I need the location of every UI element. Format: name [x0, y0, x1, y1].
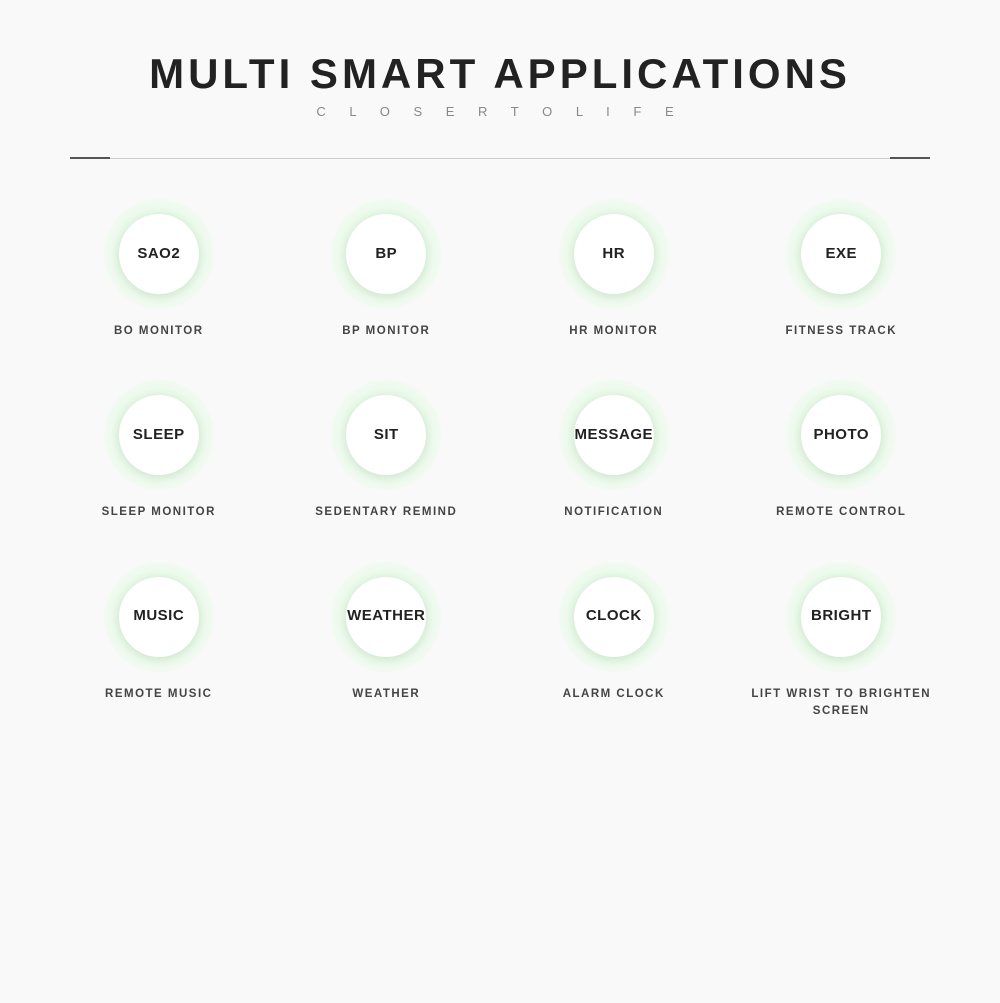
app-circle-hr: HR: [574, 214, 654, 294]
app-item-sit[interactable]: SIT SEDENTARY REMIND: [278, 380, 496, 521]
app-circle-wrapper-weather: WEATHER: [331, 562, 441, 672]
app-circle-wrapper-bp: BP: [331, 199, 441, 309]
app-circle-music: MUSIC: [119, 577, 199, 657]
app-item-weather[interactable]: WEATHER WEATHER: [278, 562, 496, 721]
app-label-message: NOTIFICATION: [564, 504, 663, 521]
app-circle-wrapper-photo: PHOTO: [786, 380, 896, 490]
app-item-music[interactable]: MUSIC REMOTE MUSIC: [50, 562, 268, 721]
app-circle-weather: WEATHER: [346, 577, 426, 657]
divider-left-cap: [70, 157, 110, 159]
app-item-photo[interactable]: PHOTO REMOTE CONTROL: [733, 380, 951, 521]
app-circle-text-message: MESSAGE: [574, 427, 653, 444]
app-circle-text-clock: CLOCK: [586, 608, 642, 625]
app-label-clock: ALARM CLOCK: [563, 686, 665, 703]
app-circle-bright: BRIGHT: [801, 577, 881, 657]
app-item-bright[interactable]: BRIGHT LIFT WRIST TO BRIGHTEN SCREEN: [733, 562, 951, 721]
app-item-sao2[interactable]: SAO2 BO MONITOR: [50, 199, 268, 340]
app-circle-message: MESSAGE: [574, 395, 654, 475]
app-item-sleep[interactable]: SLEEP SLEEP MONITOR: [50, 380, 268, 521]
app-circle-text-music: MUSIC: [133, 608, 184, 625]
app-label-sit: SEDENTARY REMIND: [315, 504, 457, 521]
app-label-hr: HR MONITOR: [569, 323, 658, 340]
app-circle-sleep: SLEEP: [119, 395, 199, 475]
app-label-bp: BP MONITOR: [342, 323, 430, 340]
app-item-clock[interactable]: CLOCK ALARM CLOCK: [505, 562, 723, 721]
app-circle-wrapper-bright: BRIGHT: [786, 562, 896, 672]
divider: [70, 157, 930, 159]
apps-grid: SAO2 BO MONITOR BP BP MONITOR HR HR MONITOR EX…: [50, 169, 950, 760]
app-item-hr[interactable]: HR HR MONITOR: [505, 199, 723, 340]
app-circle-bp: BP: [346, 214, 426, 294]
app-circle-sao2: SAO2: [119, 214, 199, 294]
divider-right-cap: [890, 157, 930, 159]
app-circle-photo: PHOTO: [801, 395, 881, 475]
app-label-exe: FITNESS TRACK: [786, 323, 898, 340]
app-circle-text-hr: HR: [602, 246, 625, 263]
divider-line: [110, 158, 890, 159]
app-circle-text-weather: WEATHER: [347, 608, 425, 625]
app-label-bright: LIFT WRIST TO BRIGHTEN SCREEN: [733, 686, 951, 721]
app-circle-text-sao2: SAO2: [137, 246, 180, 263]
app-label-sao2: BO MONITOR: [114, 323, 204, 340]
app-circle-clock: CLOCK: [574, 577, 654, 657]
app-circle-wrapper-sao2: SAO2: [104, 199, 214, 309]
header: MULTI SMART APPLICATIONS C L O S E R T O…: [149, 0, 851, 139]
app-circle-text-bright: BRIGHT: [811, 608, 872, 625]
app-circle-text-exe: EXE: [825, 246, 857, 263]
app-circle-wrapper-music: MUSIC: [104, 562, 214, 672]
app-circle-exe: EXE: [801, 214, 881, 294]
app-label-sleep: SLEEP MONITOR: [102, 504, 216, 521]
page-title: MULTI SMART APPLICATIONS: [149, 50, 851, 98]
app-circle-wrapper-exe: EXE: [786, 199, 896, 309]
app-circle-text-sleep: SLEEP: [133, 427, 185, 444]
app-circle-text-photo: PHOTO: [813, 427, 869, 444]
app-circle-wrapper-clock: CLOCK: [559, 562, 669, 672]
app-label-photo: REMOTE CONTROL: [776, 504, 906, 521]
app-circle-sit: SIT: [346, 395, 426, 475]
app-circle-wrapper-sit: SIT: [331, 380, 441, 490]
page-subtitle: C L O S E R T O L I F E: [149, 104, 851, 119]
app-item-bp[interactable]: BP BP MONITOR: [278, 199, 496, 340]
app-label-weather: WEATHER: [352, 686, 420, 703]
app-item-exe[interactable]: EXE FITNESS TRACK: [733, 199, 951, 340]
app-circle-wrapper-sleep: SLEEP: [104, 380, 214, 490]
app-circle-wrapper-message: MESSAGE: [559, 380, 669, 490]
app-circle-wrapper-hr: HR: [559, 199, 669, 309]
app-item-message[interactable]: MESSAGE NOTIFICATION: [505, 380, 723, 521]
app-circle-text-bp: BP: [375, 246, 397, 263]
app-label-music: REMOTE MUSIC: [105, 686, 212, 703]
app-circle-text-sit: SIT: [374, 427, 399, 444]
